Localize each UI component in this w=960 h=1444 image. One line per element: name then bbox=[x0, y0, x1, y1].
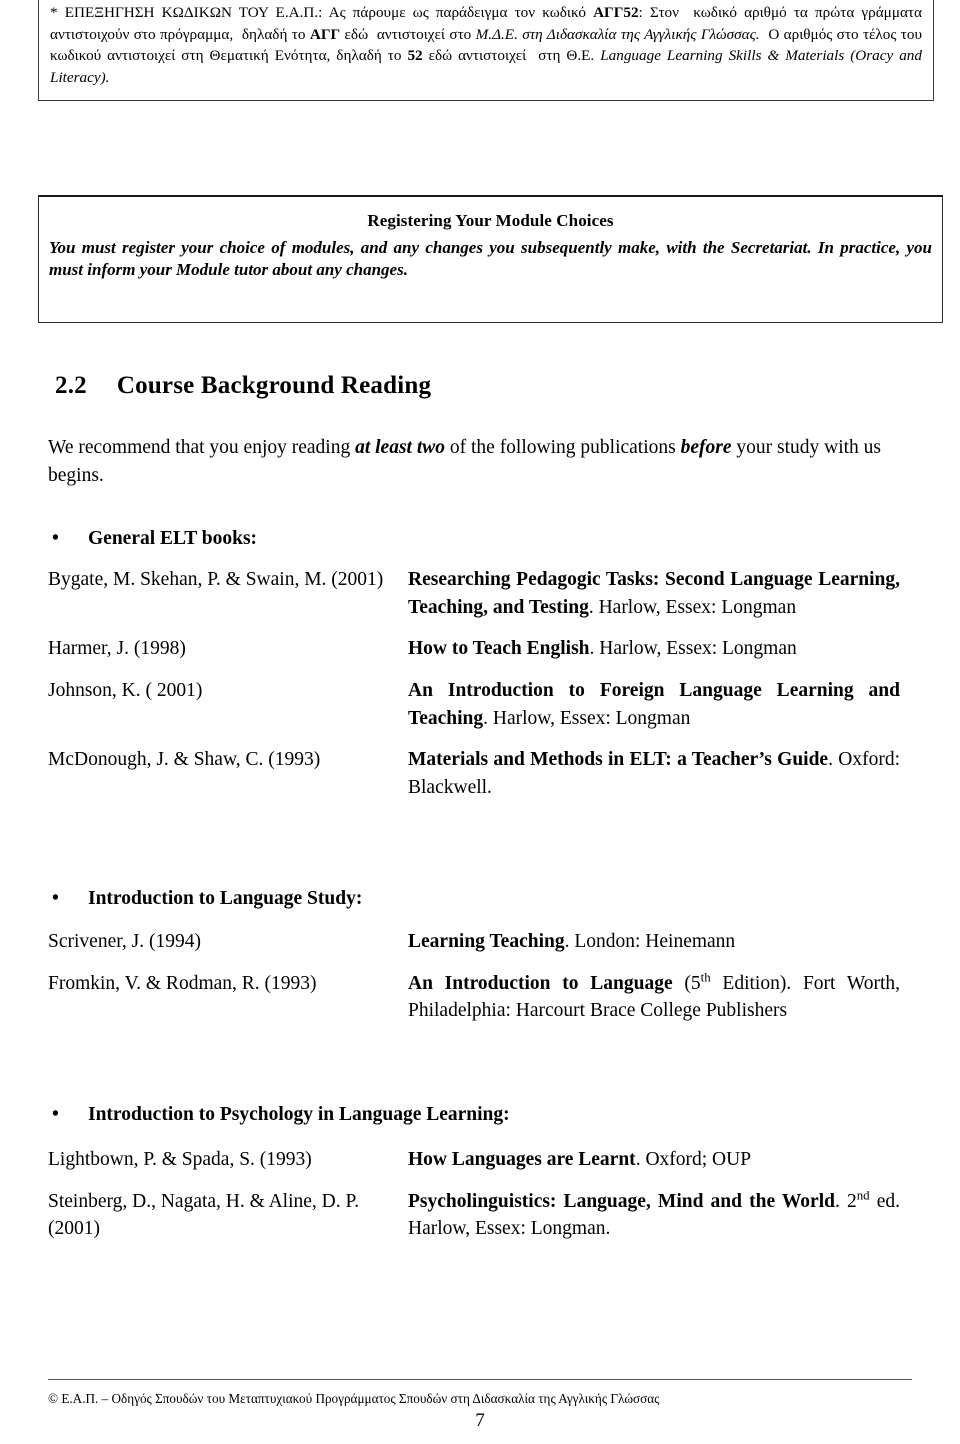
entry-publisher: . Oxford; OUP bbox=[635, 1149, 752, 1170]
intro-prefix: We recommend that you enjoy reading bbox=[48, 437, 356, 458]
entry-authors: Scrivener, J. (1994) bbox=[48, 931, 202, 952]
entry-publisher: . Harlow, Essex: Longman bbox=[483, 707, 691, 729]
bibliography-psychology: Lightbown, P. & Spada, S. (1993) How Lan… bbox=[48, 1146, 900, 1243]
entry-title: An Introduction to Language bbox=[408, 972, 673, 994]
entry-reference: How Languages are Learnt. Oxford; OUP bbox=[408, 1146, 900, 1174]
section-number: 2.2 bbox=[55, 372, 87, 399]
code-explanation-box: * ΕΠΕΞΗΓΗΣΗ ΚΩΔΙΚΩΝ ΤΟΥ Ε.Α.Π.: Ας πάρου… bbox=[38, 0, 934, 102]
bullet-icon: • bbox=[52, 1104, 59, 1125]
bibliography-entry: McDonough, J. & Shaw, C. (1993) Material… bbox=[48, 746, 900, 801]
intro-emphasis-at-least-two: at least two bbox=[355, 437, 445, 458]
bibliography-entry: Lightbown, P. & Spada, S. (1993) How Lan… bbox=[48, 1146, 900, 1174]
document-page: * ΕΠΕΞΗΓΗΣΗ ΚΩΔΙΚΩΝ ΤΟΥ Ε.Α.Π.: Ας πάρου… bbox=[0, 0, 960, 1444]
entry-authors: Harmer, J. (1998) bbox=[48, 638, 186, 660]
entry-publisher: . Harlow, Essex: Longman bbox=[589, 638, 797, 660]
code-note-seg-1: * ΕΠΕΞΗΓΗΣΗ ΚΩΔΙΚΩΝ ΤΟΥ Ε.Α.Π.: Ας πάρου… bbox=[50, 4, 594, 21]
entry-title: Psycholinguistics: Language, Mind and th… bbox=[408, 1190, 835, 1212]
bibliography-general-elt: Bygate, M. Skehan, P. & Swain, M. (2001)… bbox=[48, 566, 900, 802]
section-heading: 2.2 Course Background Reading bbox=[55, 372, 431, 400]
group-heading-introduction-to-psychology: • Introduction to Psychology in Language … bbox=[52, 1104, 510, 1126]
group-heading-introduction-to-language-study: • Introduction to Language Study: bbox=[52, 888, 362, 910]
entry-reference: Researching Pedagogic Tasks: Second Lang… bbox=[408, 566, 900, 621]
group-heading-general-elt-books: • General ELT books: bbox=[52, 528, 257, 550]
group-heading-label: Introduction to Psychology in Language L… bbox=[88, 1104, 510, 1125]
footer-copyright: © Ε.Α.Π. – Οδηγός Σπουδών του Μεταπτυχια… bbox=[48, 1391, 660, 1406]
group-heading-label: Introduction to Language Study: bbox=[88, 888, 363, 909]
page-number: 7 bbox=[475, 1410, 485, 1431]
group-heading-label: General ELT books: bbox=[88, 528, 258, 549]
entry-ordinal-suffix: th bbox=[700, 970, 711, 985]
entry-authors: McDonough, J. & Shaw, C. (1993) bbox=[48, 749, 321, 771]
code-note-seg-3: εδώ αντιστοιχεί στο bbox=[340, 25, 476, 43]
entry-authors: Steinberg, D., Nagata, H. & Aline, D. P.… bbox=[48, 1190, 360, 1240]
section-intro-paragraph: We recommend that you enjoy reading at l… bbox=[48, 434, 898, 491]
entry-reference: An Introduction to Language (5th Edition… bbox=[408, 970, 900, 1025]
entry-title: How Languages are Learnt bbox=[408, 1149, 636, 1170]
entry-title: How to Teach English bbox=[408, 638, 590, 660]
entry-authors: Bygate, M. Skehan, P. & Swain, M. (2001) bbox=[48, 569, 384, 590]
bibliography-entry: Bygate, M. Skehan, P. & Swain, M. (2001)… bbox=[48, 566, 900, 621]
registering-box-body: You must register your choice of modules… bbox=[49, 238, 932, 280]
code-note-bold-aggr52: ΑΓΓ52 bbox=[593, 4, 639, 21]
code-note-bold-aggr: ΑΓΓ bbox=[309, 25, 341, 43]
footer-divider bbox=[48, 1379, 912, 1380]
entry-reference: Learning Teaching. London: Heinemann bbox=[408, 928, 900, 956]
entry-authors: Johnson, K. ( 2001) bbox=[48, 680, 203, 702]
entry-reference: An Introduction to Foreign Language Lear… bbox=[408, 677, 900, 732]
code-note-italic-mde: Μ.Δ.Ε. στη Διδασκαλία της Αγγλικής Γλώσσ… bbox=[475, 25, 760, 43]
bibliography-entry: Johnson, K. ( 2001) An Introduction to F… bbox=[48, 677, 900, 732]
registering-module-choices-box: Registering Your Module Choices You must… bbox=[38, 195, 943, 323]
entry-edition-prefix: . 2 bbox=[834, 1190, 857, 1212]
entry-reference: Materials and Methods in ELT: a Teacher’… bbox=[408, 746, 900, 801]
bibliography-entry: Fromkin, V. & Rodman, R. (1993) An Intro… bbox=[48, 970, 900, 1025]
entry-publisher: . London: Heinemann bbox=[564, 931, 736, 952]
entry-title: Learning Teaching bbox=[408, 931, 565, 952]
entry-authors: Lightbown, P. & Spada, S. (1993) bbox=[48, 1149, 312, 1170]
bibliography-entry: Steinberg, D., Nagata, H. & Aline, D. P.… bbox=[48, 1188, 900, 1243]
code-note-seg-5: εδώ αντιστοιχεί στη Θ.Ε. bbox=[422, 47, 601, 65]
entry-ordinal-suffix: nd bbox=[856, 1188, 870, 1203]
intro-emphasis-before: before bbox=[680, 437, 732, 458]
bibliography-entry: Harmer, J. (1998) How to Teach English. … bbox=[48, 635, 900, 663]
entry-authors: Fromkin, V. & Rodman, R. (1993) bbox=[48, 972, 317, 994]
bibliography-language-study: Scrivener, J. (1994) Learning Teaching. … bbox=[48, 928, 900, 1025]
bullet-icon: • bbox=[52, 888, 59, 909]
registering-box-title: Registering Your Module Choices bbox=[367, 211, 614, 230]
code-explanation-text: * ΕΠΕΞΗΓΗΣΗ ΚΩΔΙΚΩΝ ΤΟΥ Ε.Α.Π.: Ας πάρου… bbox=[50, 2, 922, 88]
entry-edition-prefix: (5 bbox=[672, 972, 701, 994]
entry-publisher: . Harlow, Essex: Longman bbox=[588, 596, 797, 618]
code-note-bold-52: 52 bbox=[407, 47, 423, 65]
entry-title: Materials and Methods in ELT: a Teacher’… bbox=[408, 749, 829, 771]
bibliography-entry: Scrivener, J. (1994) Learning Teaching. … bbox=[48, 928, 900, 956]
section-title: Course Background Reading bbox=[116, 372, 432, 399]
entry-reference: Psycholinguistics: Language, Mind and th… bbox=[408, 1188, 900, 1243]
entry-reference: How to Teach English. Harlow, Essex: Lon… bbox=[408, 635, 900, 663]
bullet-icon: • bbox=[52, 528, 59, 549]
intro-middle: of the following publications bbox=[445, 437, 681, 458]
